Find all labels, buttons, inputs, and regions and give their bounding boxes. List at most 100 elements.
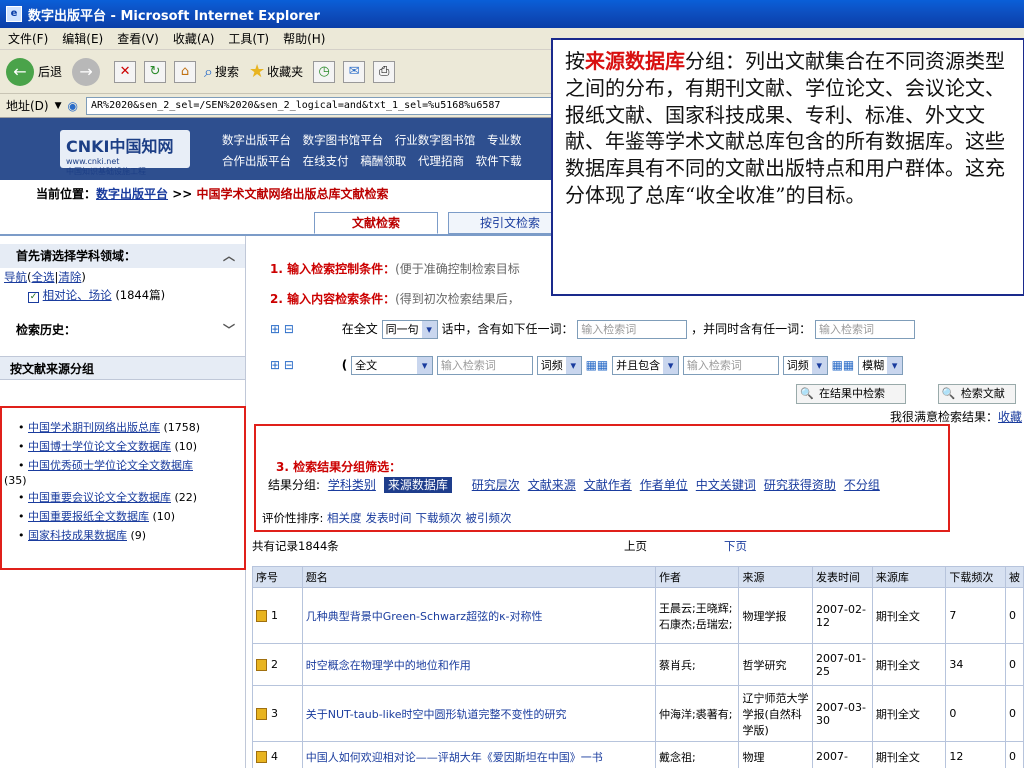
satisfied-link[interactable]: 收藏 bbox=[998, 410, 1022, 424]
header-link[interactable]: 数字出版平台 bbox=[222, 133, 291, 147]
group-link[interactable]: 中文关键词 bbox=[696, 478, 756, 492]
term-input-2[interactable]: 输入检索词 bbox=[682, 356, 779, 375]
header-link[interactable]: 软件下载 bbox=[476, 154, 522, 168]
document-icon[interactable] bbox=[256, 751, 267, 763]
field-link[interactable]: 相对论、场论 bbox=[43, 288, 112, 302]
tab-document-search[interactable]: 文献检索 bbox=[314, 212, 438, 234]
source-group-heading: 按文献来源分组 bbox=[0, 356, 245, 380]
breadcrumb-current: 中国学术文献网络出版总库文献检索 bbox=[196, 187, 389, 201]
match-select[interactable]: 模糊 bbox=[858, 356, 904, 375]
print-icon[interactable]: ⎙ bbox=[373, 60, 396, 83]
sort-link[interactable]: 发表时间 bbox=[366, 511, 412, 525]
stop-icon[interactable]: ✕ bbox=[114, 60, 137, 83]
group-link[interactable]: 作者单位 bbox=[640, 478, 688, 492]
next-page[interactable]: 下页 bbox=[724, 538, 747, 554]
search-documents-button[interactable]: 检索文献 bbox=[937, 384, 1016, 404]
left-panel: 首先请选择学科领域： ︿ 导航(全选|清除) ✓ 相对论、场论 (1844篇) … bbox=[0, 236, 246, 768]
scope-select[interactable]: 同一句 bbox=[381, 320, 438, 339]
search-row-1: ⊞ ⊟ 在全文 同一句 话中，含有如下任一词： 输入检索词 ，并同时含有任一词：… bbox=[270, 320, 915, 339]
source-db-link[interactable]: 国家科技成果数据库 bbox=[28, 529, 127, 542]
history-heading[interactable]: 检索历史： ﹀ bbox=[0, 318, 245, 342]
expand-icon[interactable]: ⊞ ⊟ bbox=[270, 358, 294, 372]
search-in-results-button[interactable]: 在结果中检索 bbox=[796, 384, 906, 404]
history-icon[interactable]: ◷ bbox=[313, 60, 336, 83]
back-arrow-icon: ← bbox=[6, 57, 34, 86]
logic-select[interactable]: 并且包含 bbox=[612, 356, 680, 375]
main-content: 1. 输入检索控制条件：(便于准确控制检索目标 2. 输入内容检索条件：(得到初… bbox=[250, 236, 1024, 768]
refresh-icon[interactable]: ↻ bbox=[144, 60, 167, 83]
mail-icon[interactable]: ✉ bbox=[343, 60, 366, 83]
source-db-link[interactable]: 中国重要会议论文全文数据库 bbox=[28, 491, 171, 504]
result-count: 共有记录1844条 bbox=[252, 539, 339, 553]
chevron-up-icon[interactable]: ︿ bbox=[223, 244, 235, 268]
cnki-logo[interactable]: CNKI中国知网 www.cnki.net 中国知识基础设施工程 bbox=[60, 130, 190, 176]
sort-link[interactable]: 相关度 bbox=[327, 511, 362, 525]
document-icon[interactable] bbox=[256, 610, 267, 622]
frequency-select[interactable]: 词频 bbox=[536, 356, 582, 375]
clear-link[interactable]: 清除 bbox=[58, 270, 81, 284]
result-title-link[interactable]: 几种典型背景中Green-Schwarz超弦的κ-对称性 bbox=[301, 587, 657, 644]
menu-edit[interactable]: 编辑(E) bbox=[62, 30, 103, 47]
select-all-link[interactable]: 全选 bbox=[32, 270, 55, 284]
document-icon[interactable] bbox=[256, 708, 267, 720]
sort-link[interactable]: 下载频次 bbox=[416, 511, 462, 525]
nav-link[interactable]: 导航 bbox=[4, 270, 27, 284]
group-link[interactable]: 研究层次 bbox=[472, 478, 520, 492]
prev-page[interactable]: 上页 bbox=[624, 538, 647, 554]
list-item: 中国重要报纸全文数据库 (10) bbox=[4, 507, 242, 526]
frequency-select[interactable]: 词频 bbox=[782, 356, 828, 375]
chevron-down-icon[interactable]: ﹀ bbox=[223, 318, 235, 342]
document-icon[interactable] bbox=[256, 659, 267, 671]
header-link[interactable]: 合作出版平台 bbox=[222, 154, 291, 168]
header-link[interactable]: 行业数字图书馆 bbox=[395, 133, 476, 147]
group-link[interactable]: 文献作者 bbox=[584, 478, 632, 492]
back-button[interactable]: ← 后退 bbox=[6, 57, 62, 86]
group-link[interactable]: 文献来源 bbox=[528, 478, 576, 492]
source-db-link[interactable]: 中国博士学位论文全文数据库 bbox=[28, 440, 171, 453]
checkbox-icon[interactable]: ✓ bbox=[28, 292, 39, 303]
field-checkbox-row: ✓ 相对论、场论 (1844篇) bbox=[28, 288, 166, 303]
breadcrumb-link[interactable]: 数字出版平台 bbox=[96, 187, 168, 201]
grid-icon[interactable]: ▦▦ bbox=[586, 358, 609, 372]
favorites-button[interactable]: ★ 收藏夹 bbox=[249, 61, 303, 82]
field-select[interactable]: 全文 bbox=[351, 356, 434, 375]
result-title-link[interactable]: 关于NUT-taub-like时空中圆形轨道完整不变性的研究 bbox=[301, 685, 657, 742]
group-link[interactable]: 学科类别 bbox=[328, 478, 376, 492]
field-nav: 导航(全选|清除) bbox=[4, 270, 86, 284]
source-db-link[interactable]: 中国重要报纸全文数据库 bbox=[28, 510, 149, 523]
chevron-down-icon[interactable]: ▼ bbox=[55, 101, 62, 111]
home-icon[interactable]: ⌂ bbox=[174, 60, 197, 83]
group-link-active[interactable]: 来源数据库 bbox=[383, 477, 452, 493]
search-button[interactable]: ⌕ 搜索 bbox=[204, 62, 239, 82]
menu-favorites[interactable]: 收藏(A) bbox=[173, 30, 215, 47]
group-link[interactable]: 不分组 bbox=[844, 478, 880, 492]
grid-icon[interactable]: ▦▦ bbox=[832, 358, 855, 372]
header-link[interactable]: 在线支付 bbox=[303, 154, 349, 168]
expand-icon[interactable]: ⊞ ⊟ bbox=[270, 322, 294, 336]
field-heading[interactable]: 首先请选择学科领域： ︿ bbox=[0, 244, 245, 268]
satisfied-row: 我很满意检索结果：收藏 bbox=[890, 410, 1023, 424]
search-icon: ⌕ bbox=[204, 61, 213, 81]
menu-help[interactable]: 帮助(H) bbox=[283, 30, 325, 47]
menu-view[interactable]: 查看(V) bbox=[117, 30, 159, 47]
menu-tools[interactable]: 工具(T) bbox=[228, 30, 269, 47]
table-row: 4 中国人如何欢迎相对论——评胡大年《爱因斯坦在中国》一书 戴念祖; 物理 20… bbox=[252, 741, 1024, 768]
keyword-input-1[interactable]: 输入检索词 bbox=[577, 320, 688, 339]
result-title-link[interactable]: 中国人如何欢迎相对论——评胡大年《爱因斯坦在中国》一书 bbox=[301, 741, 657, 768]
list-item: 中国优秀硕士学位论文全文数据库(35) bbox=[4, 456, 242, 488]
list-item: 中国学术期刊网络出版总库 (1758) bbox=[4, 418, 242, 437]
term-input-1[interactable]: 输入检索词 bbox=[436, 356, 533, 375]
ie-icon: e bbox=[6, 6, 22, 22]
keyword-input-2[interactable]: 输入检索词 bbox=[814, 320, 915, 339]
source-db-link[interactable]: 中国学术期刊网络出版总库 bbox=[28, 421, 160, 434]
source-db-link[interactable]: 中国优秀硕士学位论文全文数据库 bbox=[28, 459, 193, 472]
header-link[interactable]: 稿酬领取 bbox=[360, 154, 406, 168]
header-link[interactable]: 数字图书馆平台 bbox=[303, 133, 384, 147]
sort-link[interactable]: 被引频次 bbox=[466, 511, 512, 525]
header-link[interactable]: 代理招商 bbox=[418, 154, 464, 168]
result-title-link[interactable]: 时空概念在物理学中的地位和作用 bbox=[301, 643, 657, 686]
group-link[interactable]: 研究获得资助 bbox=[764, 478, 836, 492]
header-link[interactable]: 专业数 bbox=[487, 133, 522, 147]
forward-button[interactable]: → bbox=[72, 57, 104, 86]
menu-file[interactable]: 文件(F) bbox=[8, 30, 48, 47]
